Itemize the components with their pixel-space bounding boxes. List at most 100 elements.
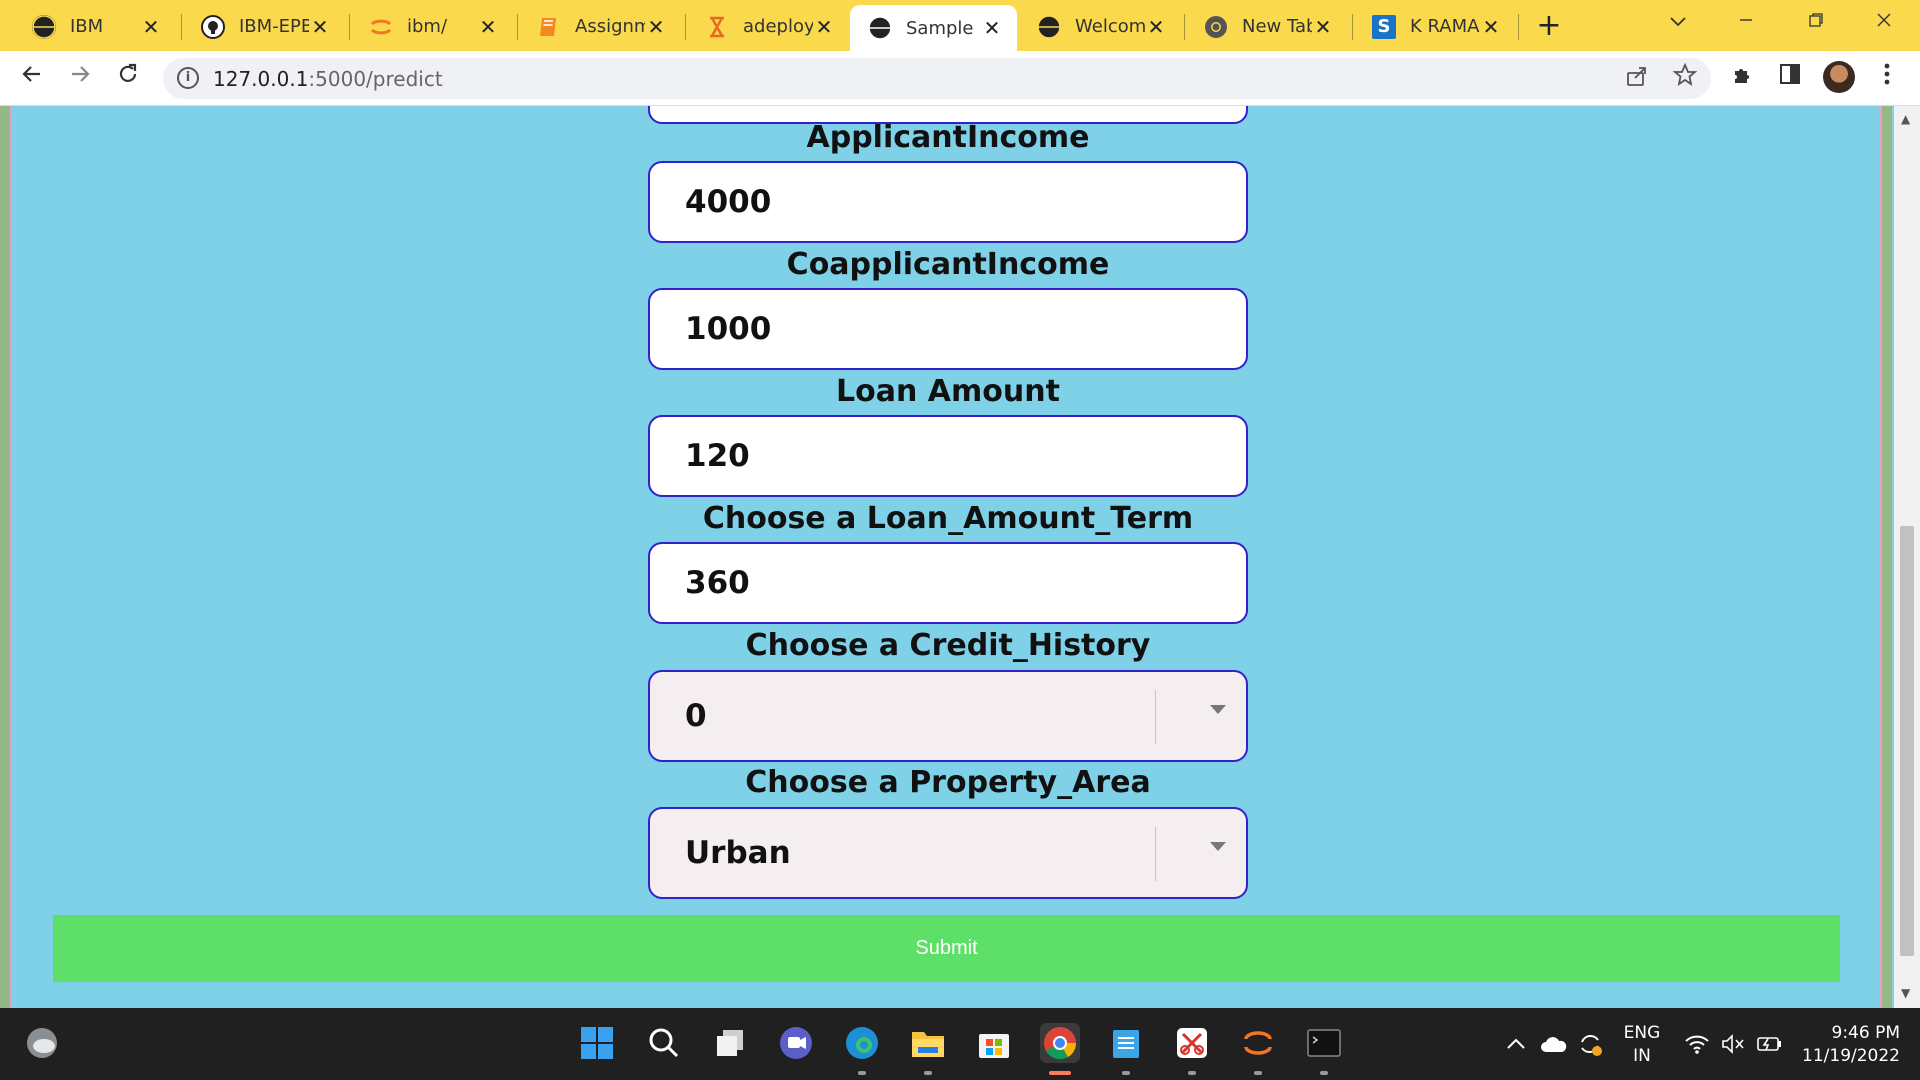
edge-browser-icon[interactable] [842,1023,882,1075]
tab-welcome[interactable]: Welcome ✕ [1019,4,1181,49]
applicant-income-input[interactable]: 4000 [648,161,1248,243]
tab-label: K RAMAI [1410,16,1480,37]
share-icon[interactable] [1625,64,1649,94]
tab-ibm-epbl[interactable]: IBM-EPBL ✕ [183,4,345,49]
tab-label: IBM-EPBL [239,16,309,37]
wifi-icon[interactable] [1684,1008,1710,1080]
close-icon[interactable]: ✕ [1312,16,1334,38]
page-viewport: ApplicantIncome 4000 CoapplicantIncome 1… [0,106,1920,1008]
terminal-icon[interactable] [1304,1023,1344,1075]
jupyter-icon [369,15,393,39]
close-icon[interactable]: ✕ [645,16,667,38]
close-window-icon[interactable] [1862,8,1906,38]
tab-sample-form[interactable]: Sample F ✕ [850,5,1017,51]
loan-term-label: Choose a Loan_Amount_Term [702,501,1194,536]
teams-chat-icon[interactable] [776,1023,816,1063]
system-clock[interactable]: 9:46 PM 11/19/2022 [1800,1022,1900,1068]
tab-label: IBM [70,16,104,37]
clock-time: 9:46 PM [1831,1023,1901,1043]
extensions-puzzle-icon[interactable] [1728,63,1758,93]
back-arrow-icon[interactable] [14,60,50,96]
side-panel-icon[interactable] [1775,63,1805,93]
close-icon[interactable]: ✕ [309,16,331,38]
show-hidden-icons-icon[interactable] [1506,1008,1526,1080]
select-divider [1155,827,1156,881]
close-icon[interactable]: ✕ [1145,16,1167,38]
file-explorer-icon[interactable] [908,1023,948,1075]
coapplicant-income-input[interactable]: 1000 [648,288,1248,370]
close-icon[interactable]: ✕ [981,17,1003,39]
volume-muted-icon[interactable] [1720,1008,1746,1080]
language-code: ENG [1623,1023,1661,1043]
page-left-border [0,106,12,1008]
tab-k-rama[interactable]: S K RAMAI ✕ [1354,4,1516,49]
select-divider [1155,690,1156,744]
task-view-icon[interactable] [710,1023,750,1063]
jupyter-app-icon[interactable] [1238,1023,1278,1075]
scroll-down-arrow-icon[interactable]: ▼ [1901,986,1910,1000]
dropdown-caret-icon[interactable] [1210,705,1226,714]
scroll-up-arrow-icon[interactable]: ▲ [1901,112,1910,126]
search-icon[interactable] [644,1023,684,1063]
page-scrollbar[interactable]: ▲ ▼ [1894,106,1920,1008]
reload-icon[interactable] [110,60,146,96]
chrome-icon [1204,15,1228,39]
loan-term-input[interactable]: 360 [648,542,1248,624]
tab-search-icon[interactable] [1656,8,1700,38]
running-indicator [924,1071,932,1075]
bookmark-star-icon[interactable] [1672,62,1698,93]
tab-strip: IBM ✕ IBM-EPBL ✕ ibm/ ✕ Assignm ✕ adeplo… [0,0,1920,51]
notepad-icon[interactable] [1106,1023,1146,1075]
close-icon[interactable]: ✕ [477,16,499,38]
running-indicator [1049,1071,1071,1075]
restore-icon[interactable] [1794,8,1838,38]
windows-taskbar: ENG IN 9:46 PM 11/19/2022 [0,1008,1920,1080]
running-indicator [1122,1071,1130,1075]
windows-start-icon[interactable] [577,1023,617,1063]
tab-label: Sample F [906,17,981,39]
s-logo-icon: S [1372,14,1396,39]
credit-history-select[interactable]: 0 [648,670,1248,762]
github-icon [201,14,225,39]
onedrive-cloud-icon[interactable] [1540,1008,1568,1080]
minimize-icon[interactable] [1724,8,1768,38]
tab-new-tab[interactable]: New Tab ✕ [1186,4,1348,49]
globe-icon [32,14,56,39]
property-area-label: Choose a Property_Area [745,765,1151,800]
profile-avatar[interactable] [1823,61,1855,93]
tab-assignment[interactable]: Assignm ✕ [519,4,681,49]
scrollbar-thumb[interactable] [1900,526,1914,956]
close-icon[interactable]: ✕ [140,16,162,38]
address-url[interactable]: 127.0.0.1:5000/predict [213,67,443,91]
new-tab-button[interactable]: + [1533,11,1565,43]
weather-widget-icon[interactable] [22,1023,62,1063]
tab-adeploy[interactable]: adeploy ✕ [687,4,849,49]
snipping-tool-icon[interactable] [1172,1023,1212,1075]
battery-charging-icon[interactable] [1756,1008,1784,1080]
property-area-select[interactable]: Urban [648,807,1248,899]
globe-icon [868,16,892,40]
microsoft-store-icon[interactable] [974,1023,1014,1063]
credit-history-label: Choose a Credit_History [745,628,1151,663]
applicant-income-label: ApplicantIncome [806,120,1090,155]
dropdown-caret-icon[interactable] [1210,842,1226,851]
tab-divider [1352,14,1353,40]
close-icon[interactable]: ✕ [1480,16,1502,38]
tab-divider [1184,14,1185,40]
tab-jupyter[interactable]: ibm/ ✕ [351,4,513,49]
site-info-icon[interactable]: i [177,67,199,89]
tab-ibm[interactable]: IBM ✕ [14,4,176,49]
sync-icon[interactable] [1576,1008,1604,1080]
globe-icon [1037,14,1061,39]
property-area-value: Urban [685,835,791,871]
loan-amount-input[interactable]: 120 [648,415,1248,497]
chrome-browser-icon[interactable] [1040,1023,1080,1075]
browser-toolbar: i 127.0.0.1:5000/predict [0,51,1920,106]
menu-kebab-icon[interactable] [1872,63,1902,93]
language-indicator[interactable]: ENG IN [1620,1022,1664,1068]
tab-divider [1518,14,1519,40]
forward-arrow-icon[interactable] [62,60,98,96]
address-bar[interactable]: i 127.0.0.1:5000/predict [163,58,1711,99]
submit-button[interactable]: Submit [53,915,1840,982]
close-icon[interactable]: ✕ [813,16,835,38]
